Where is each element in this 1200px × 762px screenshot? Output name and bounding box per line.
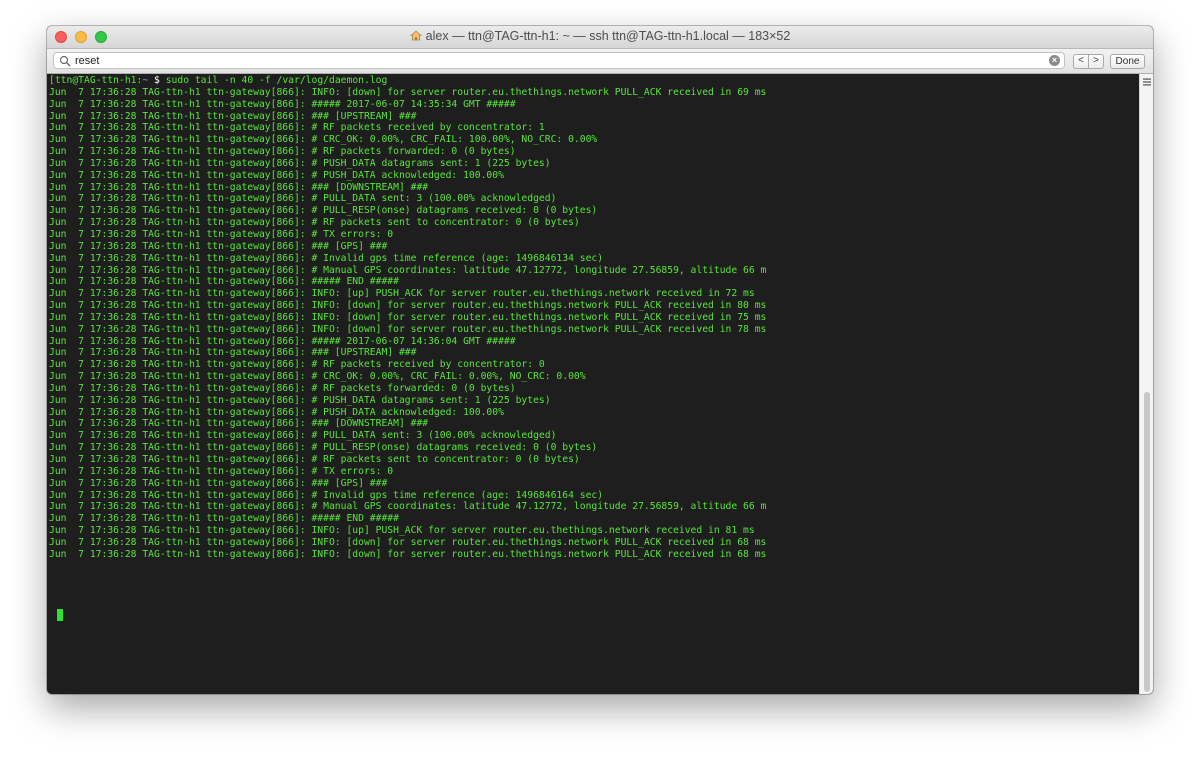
log-line: Jun 7 17:36:28 TAG-ttn-h1 ttn-gateway[86…: [49, 465, 394, 477]
search-icon: [59, 55, 71, 67]
log-line: Jun 7 17:36:28 TAG-ttn-h1 ttn-gateway[86…: [49, 193, 557, 205]
log-line: Jun 7 17:36:28 TAG-ttn-h1 ttn-gateway[86…: [49, 536, 767, 548]
log-line: Jun 7 17:36:28 TAG-ttn-h1 ttn-gateway[86…: [49, 146, 516, 158]
search-field[interactable]: ×: [53, 52, 1065, 69]
log-line: Jun 7 17:36:28 TAG-ttn-h1 ttn-gateway[86…: [49, 181, 429, 193]
log-line: Jun 7 17:36:28 TAG-ttn-h1 ttn-gateway[86…: [49, 418, 429, 430]
log-line: Jun 7 17:36:28 TAG-ttn-h1 ttn-gateway[86…: [49, 454, 580, 465]
log-line: Jun 7 17:36:28 TAG-ttn-h1 ttn-gateway[86…: [49, 217, 580, 229]
log-line: Jun 7 17:36:28 TAG-ttn-h1 ttn-gateway[86…: [49, 442, 598, 454]
find-navigation: < >: [1073, 54, 1104, 69]
log-line: Jun 7 17:36:28 TAG-ttn-h1 ttn-gateway[86…: [49, 548, 767, 560]
log-line: Jun 7 17:36:28 TAG-ttn-h1 ttn-gateway[86…: [49, 264, 767, 276]
vertical-scrollbar[interactable]: [1139, 74, 1153, 694]
log-line: Jun 7 17:36:28 TAG-ttn-h1 ttn-gateway[86…: [49, 347, 417, 359]
log-line: Jun 7 17:36:28 TAG-ttn-h1 ttn-gateway[86…: [49, 288, 755, 300]
log-line: Jun 7 17:36:28 TAG-ttn-h1 ttn-gateway[86…: [49, 300, 767, 312]
log-line: Jun 7 17:36:28 TAG-ttn-h1 ttn-gateway[86…: [49, 240, 388, 252]
title-bar[interactable]: alex — ttn@TAG-ttn-h1: ~ — ssh ttn@TAG-t…: [47, 26, 1153, 49]
scrollbar-thumb[interactable]: [1144, 392, 1150, 692]
log-line: Jun 7 17:36:28 TAG-ttn-h1 ttn-gateway[86…: [49, 311, 767, 323]
log-line: Jun 7 17:36:28 TAG-ttn-h1 ttn-gateway[86…: [49, 122, 545, 134]
marks-menu-icon[interactable]: [1143, 78, 1151, 86]
log-line: Jun 7 17:36:28 TAG-ttn-h1 ttn-gateway[86…: [49, 169, 504, 181]
log-line: Jun 7 17:36:28 TAG-ttn-h1 ttn-gateway[86…: [49, 382, 516, 394]
log-line: Jun 7 17:36:28 TAG-ttn-h1 ttn-gateway[86…: [49, 98, 516, 110]
done-button[interactable]: Done: [1110, 54, 1145, 69]
log-line: Jun 7 17:36:28 TAG-ttn-h1 ttn-gateway[86…: [49, 513, 399, 525]
log-line: Jun 7 17:36:28 TAG-ttn-h1 ttn-gateway[86…: [49, 335, 516, 347]
log-line: Jun 7 17:36:28 TAG-ttn-h1 ttn-gateway[86…: [49, 228, 394, 240]
log-line: Jun 7 17:36:28 TAG-ttn-h1 ttn-gateway[86…: [49, 371, 586, 383]
log-line: Jun 7 17:36:28 TAG-ttn-h1 ttn-gateway[86…: [49, 110, 417, 122]
log-line: Jun 7 17:36:28 TAG-ttn-h1 ttn-gateway[86…: [49, 134, 598, 146]
log-line: Jun 7 17:36:28 TAG-ttn-h1 ttn-gateway[86…: [49, 489, 604, 501]
search-input[interactable]: [75, 53, 1035, 68]
log-line: Jun 7 17:36:28 TAG-ttn-h1 ttn-gateway[86…: [49, 430, 557, 442]
log-line: Jun 7 17:36:28 TAG-ttn-h1 ttn-gateway[86…: [49, 501, 767, 513]
log-line: Jun 7 17:36:28 TAG-ttn-h1 ttn-gateway[86…: [49, 406, 504, 418]
prompt-command: sudo tail -n 40 -f /var/log/daemon.log: [159, 75, 388, 86]
find-next-button[interactable]: >: [1089, 54, 1104, 69]
prompt-symbol: $: [148, 75, 160, 86]
log-line: Jun 7 17:36:28 TAG-ttn-h1 ttn-gateway[86…: [49, 323, 767, 335]
log-line: Jun 7 17:36:28 TAG-ttn-h1 ttn-gateway[86…: [49, 86, 767, 98]
log-line: Jun 7 17:36:28 TAG-ttn-h1 ttn-gateway[86…: [49, 252, 604, 264]
log-line: Jun 7 17:36:28 TAG-ttn-h1 ttn-gateway[86…: [49, 359, 545, 371]
log-line: Jun 7 17:36:28 TAG-ttn-h1 ttn-gateway[86…: [49, 157, 551, 169]
terminal-window: alex — ttn@TAG-ttn-h1: ~ — ssh ttn@TAG-t…: [47, 26, 1153, 694]
home-folder-icon: [409, 30, 422, 41]
find-bar: × < > Done: [47, 49, 1153, 74]
log-line: Jun 7 17:36:28 TAG-ttn-h1 ttn-gateway[86…: [49, 477, 388, 489]
window-title: alex — ttn@TAG-ttn-h1: ~ — ssh ttn@TAG-t…: [425, 29, 791, 43]
terminal-lines: [ttn@TAG-ttn-h1:~ $ sudo tail -n 40 -f /…: [49, 75, 766, 561]
prompt-user-host: [ttn@TAG-ttn-h1: [49, 75, 137, 86]
window-title-area: alex — ttn@TAG-ttn-h1: ~ — ssh ttn@TAG-t…: [47, 29, 1153, 43]
find-previous-button[interactable]: <: [1073, 54, 1089, 69]
terminal-output[interactable]: [ttn@TAG-ttn-h1:~ $ sudo tail -n 40 -f /…: [47, 74, 1139, 694]
log-line: Jun 7 17:36:28 TAG-ttn-h1 ttn-gateway[86…: [49, 205, 598, 217]
prompt-line: [ttn@TAG-ttn-h1:~ $ sudo tail -n 40 -f /…: [49, 75, 766, 87]
log-line: Jun 7 17:36:28 TAG-ttn-h1 ttn-gateway[86…: [49, 525, 755, 537]
terminal-cursor: [57, 609, 63, 621]
log-line: Jun 7 17:36:28 TAG-ttn-h1 ttn-gateway[86…: [49, 276, 399, 288]
clear-search-icon[interactable]: ×: [1049, 55, 1060, 66]
log-line: Jun 7 17:36:28 TAG-ttn-h1 ttn-gateway[86…: [49, 394, 551, 406]
